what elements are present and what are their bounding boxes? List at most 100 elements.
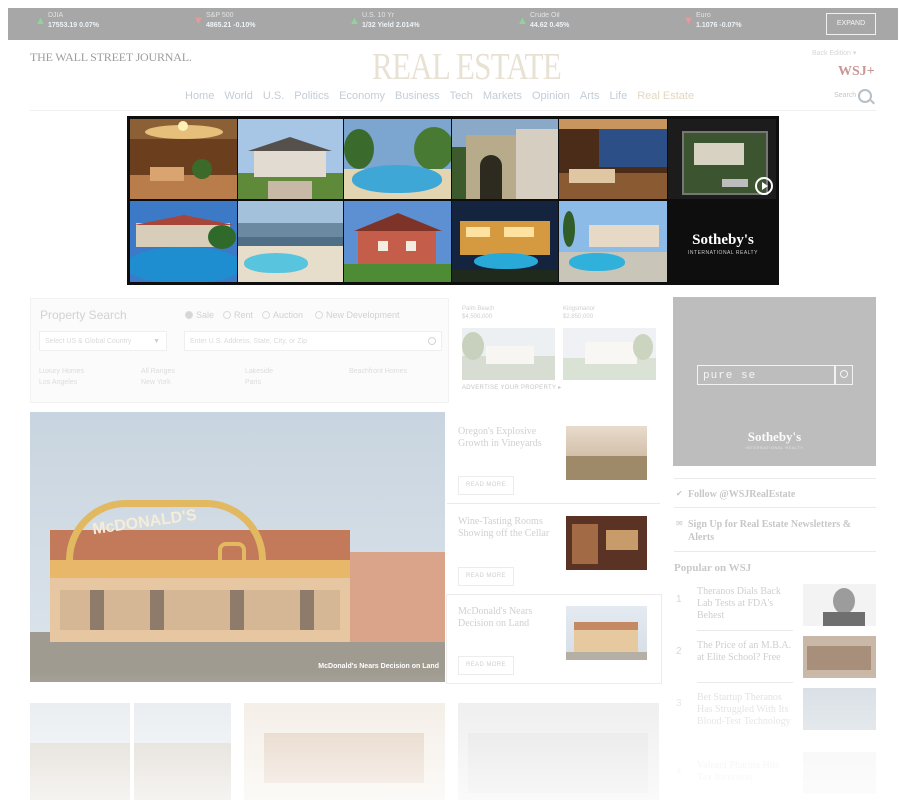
follow-twitter-link[interactable]: Follow @WSJRealEstate (688, 488, 795, 501)
search-icon[interactable] (428, 337, 436, 345)
sothebys-banner-ad[interactable]: Sotheby's INTERNATIONAL REALTY (127, 116, 779, 285)
radio-sale[interactable]: Sale (185, 310, 214, 320)
popular-thumbnail[interactable] (803, 636, 876, 678)
nav-item-arts[interactable]: Arts (580, 90, 600, 102)
nav-item-tech[interactable]: Tech (450, 90, 473, 102)
property-search-panel: Property Search Sale Rent Auction New De… (30, 298, 449, 403)
ad-photo-modern-pool (559, 201, 667, 282)
radio-auction[interactable]: Auction (262, 310, 303, 320)
nav-item-us[interactable]: U.S. (263, 90, 284, 102)
location-search-input[interactable]: Enter U.S. Address, State, City, or Zip (184, 331, 442, 351)
sothebys-ad-tagline: INTERNATIONAL REALTY (745, 445, 804, 450)
country-select[interactable]: Select US & Global Country ▼ (39, 331, 167, 351)
nav-item-real-estate[interactable]: Real Estate (637, 90, 694, 102)
sothebys-ad-tagline: INTERNATIONAL REALTY (688, 250, 758, 256)
advertise-property-link[interactable]: ADVERTISE YOUR PROPERTY ▸ (462, 384, 561, 391)
radio-rent[interactable]: Rent (223, 310, 253, 320)
quick-link[interactable]: Lakeside (245, 368, 273, 375)
read-more-button[interactable]: READ MORE (458, 656, 514, 675)
search-label[interactable]: Search (834, 92, 856, 99)
popular-thumbnail[interactable] (803, 688, 876, 730)
ticker-name: Crude Oil (530, 12, 560, 19)
popular-article-link[interactable]: The Price of an M.B.A. at Elite School? … (697, 640, 795, 664)
ticker-value: 4865.21 (206, 22, 232, 29)
property-search-title: Property Search (40, 308, 127, 322)
newsletter-signup-link[interactable]: Sign Up for Real Estate Newsletters & Al… (688, 518, 876, 544)
quick-link[interactable]: Los Angeles (39, 379, 77, 386)
popular-thumbnail[interactable] (803, 584, 876, 626)
divider (697, 682, 793, 683)
wsj-plus-link[interactable]: WSJ+ (838, 64, 875, 80)
popular-thumbnail[interactable] (803, 752, 876, 794)
arrow-up-icon: ▲ (517, 15, 528, 27)
listing-photo[interactable] (563, 328, 656, 380)
listing-photo[interactable] (462, 328, 555, 380)
story-title[interactable]: Wine-Tasting Rooms Showing off the Cella… (458, 516, 558, 540)
nav-item-world[interactable]: World (224, 90, 253, 102)
search-icon[interactable] (858, 89, 872, 103)
edition-selector[interactable]: Back Edition ▾ (812, 49, 856, 57)
quick-link-group[interactable]: Beachfront Homes (349, 366, 407, 377)
hero-image[interactable]: McDONALD'S McDonald's Nears Decision on … (30, 412, 445, 682)
wsj-logo[interactable]: THE WALL STREET JOURNAL. (30, 50, 192, 65)
ad-photo-stone-gate (452, 119, 558, 199)
sothebys-search-ad[interactable]: pure se Sotheby's INTERNATIONAL REALTY (673, 297, 876, 466)
popular-article-link[interactable]: Theranos Dials Back Lab Tests at FDA's B… (697, 586, 795, 622)
ad-search-input[interactable]: pure se (697, 365, 835, 385)
radio-new-development[interactable]: New Development (315, 310, 400, 320)
ticker-item-sp500[interactable]: ▼ S&P 500 4865.21 -0.10% (193, 11, 255, 31)
radio-label: Rent (234, 310, 254, 320)
bottom-story-image[interactable] (244, 703, 445, 800)
main-nav: Home World U.S. Politics Economy Busines… (185, 90, 694, 102)
listing-caption[interactable]: Kingsmanor $2,850,000 (563, 305, 595, 321)
radio-icon (315, 311, 323, 319)
story-thumbnail[interactable] (566, 426, 647, 480)
radio-label: Auction (273, 310, 304, 320)
listing-caption[interactable]: Palm Beach $4,500,000 (462, 305, 494, 321)
radio-label: Sale (196, 310, 215, 320)
story-thumbnail[interactable] (566, 606, 647, 660)
bottom-story-image[interactable] (30, 703, 231, 800)
divider (697, 630, 793, 631)
quick-link[interactable]: Beachfront Homes (349, 368, 407, 375)
nav-item-politics[interactable]: Politics (294, 90, 329, 102)
quick-link-group[interactable]: Luxury Homes Los Angeles (39, 366, 84, 388)
nav-item-business[interactable]: Business (395, 90, 440, 102)
ticker-item-djia[interactable]: ▲ DJIA 17553.19 0.07% (35, 11, 99, 31)
story-title[interactable]: Oregon's Explosive Growth in Vineyards (458, 426, 558, 450)
sothebys-ad-logo: Sotheby's (747, 429, 802, 444)
hero-caption[interactable]: McDonald's Nears Decision on Land (318, 663, 439, 670)
nav-item-economy[interactable]: Economy (339, 90, 385, 102)
quick-link[interactable]: Luxury Homes (39, 368, 84, 375)
search-icon[interactable] (835, 365, 853, 385)
expand-button[interactable]: EXPAND (826, 13, 876, 35)
quick-link[interactable]: All Ranges (141, 368, 175, 375)
nav-item-opinion[interactable]: Opinion (532, 90, 570, 102)
story-thumbnail[interactable] (566, 516, 647, 570)
page-title[interactable]: REAL ESTATE (372, 45, 562, 89)
ticker-item-euro[interactable]: ▼ Euro 1.1076 -0.07% (683, 11, 742, 31)
location-search-placeholder: Enter U.S. Address, State, City, or Zip (190, 338, 307, 345)
divider (30, 110, 876, 111)
ticker-item-crude-oil[interactable]: ▲ Crude Oil 44.62 0.45% (517, 11, 569, 31)
quick-link[interactable]: New York (141, 379, 171, 386)
nav-item-markets[interactable]: Markets (483, 90, 522, 102)
popular-article-link[interactable]: Bet Startup Theranos Has Struggled With … (697, 692, 795, 728)
read-more-button[interactable]: READ MORE (458, 567, 514, 586)
popular-heading: Popular on WSJ (674, 562, 752, 574)
ticker-item-10yr[interactable]: ▲ U.S. 10 Yr 1/32 Yield 2.014% (349, 11, 420, 31)
story-title[interactable]: McDonald's Nears Decision on Land (458, 606, 558, 630)
mail-icon: ✉ (676, 519, 683, 528)
nav-item-life[interactable]: Life (609, 90, 627, 102)
quick-link-group[interactable]: Lakeside Paris (245, 366, 273, 388)
ticker-value: 17553.19 (48, 22, 78, 29)
quick-link-group[interactable]: All Ranges New York (141, 366, 175, 388)
quick-link[interactable]: Paris (245, 379, 261, 386)
ad-photo-resort-pool (130, 201, 237, 282)
divider (674, 551, 876, 552)
read-more-button[interactable]: READ MORE (458, 476, 514, 495)
popular-article-link[interactable]: Valeant Pharma Hits Tax Inversion (697, 760, 795, 784)
nav-item-home[interactable]: Home (185, 90, 214, 102)
bottom-story-image[interactable] (458, 703, 659, 800)
play-icon[interactable] (755, 177, 773, 195)
